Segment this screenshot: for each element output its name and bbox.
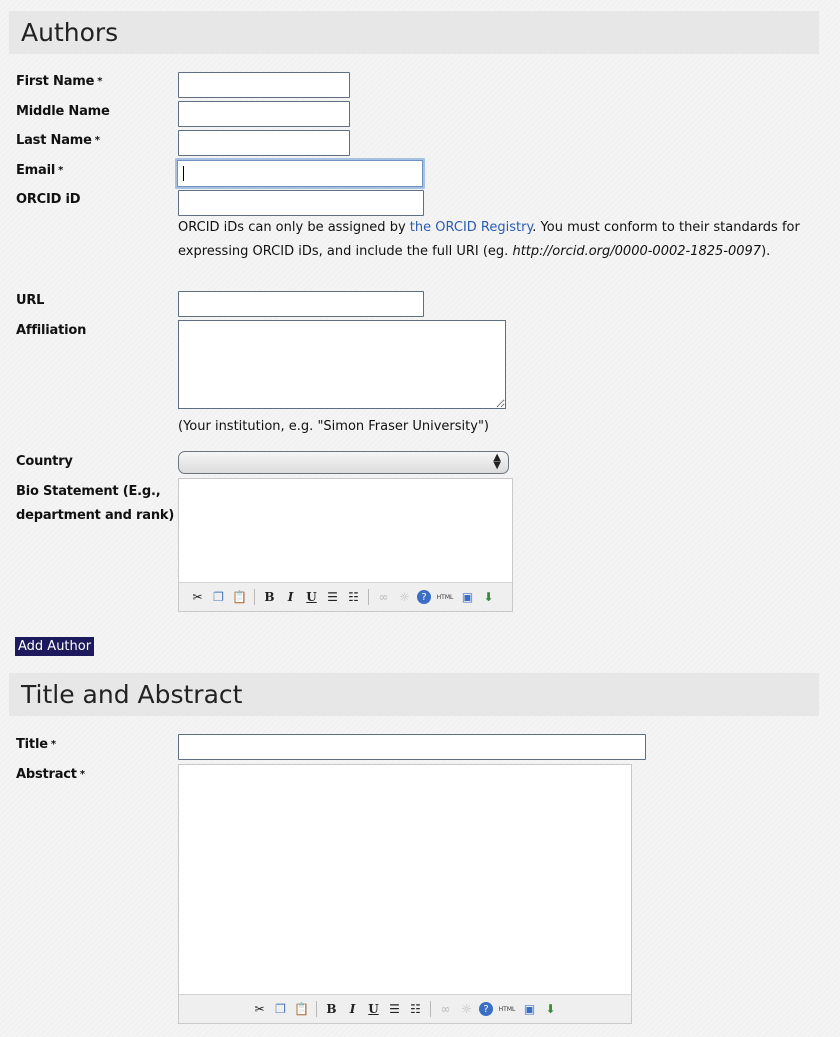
cut-icon[interactable]: ✂ bbox=[189, 589, 206, 606]
middle-name-input[interactable] bbox=[178, 101, 350, 127]
authors-section-header: Authors bbox=[9, 11, 819, 54]
cut-icon[interactable]: ✂ bbox=[251, 1001, 268, 1018]
unlink-icon[interactable]: ☼ bbox=[396, 589, 413, 606]
bold-icon[interactable]: B bbox=[323, 1001, 340, 1018]
link-icon[interactable]: ∞ bbox=[375, 589, 392, 606]
paste-icon[interactable]: 📋 bbox=[293, 1001, 310, 1018]
orcid-registry-link[interactable]: the ORCID Registry bbox=[410, 220, 533, 235]
orcid-input[interactable] bbox=[178, 190, 424, 216]
email-label: Email * bbox=[16, 163, 64, 178]
copy-icon[interactable]: ❐ bbox=[272, 1001, 289, 1018]
help-icon[interactable]: ? bbox=[479, 1002, 493, 1016]
country-select[interactable]: ▲ ▼ bbox=[178, 451, 509, 474]
toolbar-separator bbox=[368, 589, 369, 605]
bullet-list-icon[interactable]: ☰ bbox=[386, 1001, 403, 1018]
fullscreen-icon[interactable]: ▣ bbox=[521, 1001, 538, 1018]
italic-icon[interactable]: I bbox=[344, 1001, 361, 1018]
country-label: Country bbox=[16, 454, 73, 469]
help-icon[interactable]: ? bbox=[417, 590, 431, 604]
text-caret bbox=[183, 166, 184, 181]
image-upload-icon[interactable]: ⬇ bbox=[480, 589, 497, 606]
bio-editor-toolbar: ✂ ❐ 📋 B I U ☰ ☷ ∞ ☼ ? HTML ▣ ⬇ bbox=[179, 582, 512, 611]
orcid-label: ORCID iD bbox=[16, 192, 81, 207]
title-abstract-section-header: Title and Abstract bbox=[9, 673, 819, 716]
underline-icon[interactable]: U bbox=[365, 1001, 382, 1018]
italic-icon[interactable]: I bbox=[282, 589, 299, 606]
affiliation-label: Affiliation bbox=[16, 323, 87, 338]
affiliation-hint: (Your institution, e.g. "Simon Fraser Un… bbox=[178, 419, 489, 434]
last-name-label: Last Name * bbox=[16, 133, 100, 148]
orcid-help-text: ORCID iDs can only be assigned by the OR… bbox=[178, 220, 800, 259]
copy-icon[interactable]: ❐ bbox=[210, 589, 227, 606]
first-name-input[interactable] bbox=[178, 72, 350, 98]
email-input[interactable] bbox=[175, 158, 425, 189]
select-arrows-icon: ▲ ▼ bbox=[493, 452, 501, 471]
abstract-label: Abstract * bbox=[16, 767, 85, 782]
title-input[interactable] bbox=[178, 734, 646, 760]
link-icon[interactable]: ∞ bbox=[437, 1001, 454, 1018]
middle-name-label: Middle Name bbox=[16, 104, 110, 119]
toolbar-separator bbox=[430, 1001, 431, 1017]
html-icon[interactable]: HTML bbox=[497, 1001, 517, 1018]
title-abstract-heading: Title and Abstract bbox=[21, 680, 243, 709]
first-name-label: First Name * bbox=[16, 74, 103, 89]
affiliation-textarea[interactable] bbox=[178, 320, 506, 409]
authors-heading: Authors bbox=[21, 18, 119, 47]
last-name-input[interactable] bbox=[178, 130, 350, 156]
abstract-editor-toolbar: ✂ ❐ 📋 B I U ☰ ☷ ∞ ☼ ? HTML ▣ ⬇ bbox=[179, 994, 631, 1023]
numbered-list-icon[interactable]: ☷ bbox=[345, 589, 362, 606]
unlink-icon[interactable]: ☼ bbox=[458, 1001, 475, 1018]
html-icon[interactable]: HTML bbox=[435, 589, 455, 606]
fullscreen-icon[interactable]: ▣ bbox=[459, 589, 476, 606]
add-author-button[interactable]: Add Author bbox=[15, 637, 95, 656]
bio-statement-label: Bio Statement (E.g., department and rank… bbox=[16, 484, 175, 523]
paste-icon[interactable]: 📋 bbox=[231, 589, 248, 606]
title-label: Title * bbox=[16, 737, 56, 752]
toolbar-separator bbox=[316, 1001, 317, 1017]
image-upload-icon[interactable]: ⬇ bbox=[542, 1001, 559, 1018]
abstract-editor[interactable]: ✂ ❐ 📋 B I U ☰ ☷ ∞ ☼ ? HTML ▣ ⬇ bbox=[178, 764, 632, 1024]
toolbar-separator bbox=[254, 589, 255, 605]
bullet-list-icon[interactable]: ☰ bbox=[324, 589, 341, 606]
bio-statement-editor[interactable]: ✂ ❐ 📋 B I U ☰ ☷ ∞ ☼ ? HTML ▣ ⬇ bbox=[178, 478, 513, 612]
bold-icon[interactable]: B bbox=[261, 589, 278, 606]
url-label: URL bbox=[16, 293, 45, 308]
numbered-list-icon[interactable]: ☷ bbox=[407, 1001, 424, 1018]
underline-icon[interactable]: U bbox=[303, 589, 320, 606]
url-input[interactable] bbox=[178, 291, 424, 317]
